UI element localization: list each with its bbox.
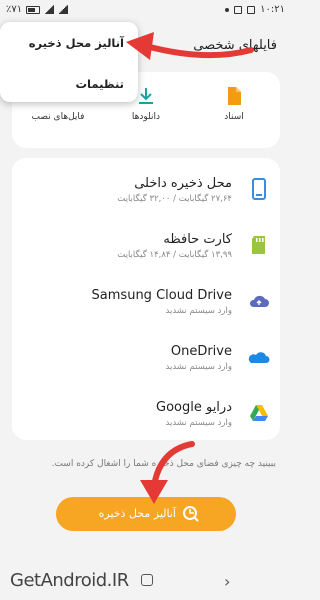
clock: ۱۰:۲۱ — [260, 4, 285, 15]
notification-icon — [225, 7, 230, 12]
onedrive-icon — [248, 352, 270, 363]
status-right: ۱۰:۲۱ — [225, 4, 285, 15]
storage-status: وارد سیستم نشدید — [165, 418, 233, 428]
google-drive-icon — [250, 405, 268, 421]
signal-icon — [44, 5, 55, 14]
back-icon[interactable]: › — [224, 572, 230, 591]
storage-title: Samsung Cloud Drive — [91, 288, 232, 303]
storage-title: OneDrive — [170, 344, 232, 359]
storage-title: محل ذخیره داخلی — [134, 176, 232, 191]
storage-title: کارت حافظه — [163, 232, 232, 247]
gallery-icon — [234, 5, 243, 14]
home-icon[interactable] — [141, 574, 153, 586]
storage-item-internal[interactable]: محل ذخیره داخلی ۲۷,۶۴ گیگابایت / ۳۲,۰۰ گ… — [12, 162, 280, 216]
storage-usage: ۲۷,۶۴ گیگابایت / ۳۲,۰۰ گیگابایت — [117, 194, 232, 204]
battery-icon — [26, 5, 41, 14]
document-icon — [228, 87, 241, 105]
samsung-cloud-icon — [249, 295, 269, 307]
category-label: فایل‌های نصب — [31, 112, 85, 122]
message-icon — [247, 5, 256, 14]
status-left: ٪۷۱ — [6, 4, 69, 15]
wifi-icon — [58, 5, 69, 14]
status-bar: ٪۷۱ ۱۰:۲۱ — [0, 0, 291, 22]
category-label: اسناد — [224, 112, 244, 122]
category-label: دانلودها — [131, 112, 161, 122]
storage-item-onedrive[interactable]: OneDrive وارد سیستم نشدید — [12, 330, 280, 384]
annotation-arrow-icon — [140, 441, 195, 504]
menu-item-settings[interactable]: تنظیمات — [76, 77, 125, 91]
phone-icon — [252, 178, 266, 200]
download-icon — [139, 88, 153, 104]
storage-title: درایو Google — [156, 400, 232, 415]
storage-item-google-drive[interactable]: درایو Google وارد سیستم نشدید — [12, 386, 280, 440]
storage-status: وارد سیستم نشدید — [165, 362, 233, 372]
category-documents[interactable]: اسناد — [194, 86, 274, 122]
watermark-text: GetAndroid.IR — [10, 570, 129, 591]
storage-list: محل ذخیره داخلی ۲۷,۶۴ گیگابایت / ۳۲,۰۰ گ… — [12, 158, 280, 440]
storage-item-sd-card[interactable]: کارت حافظه ۱۳,۹۹ گیگابایت / ۱۴,۸۴ گیگابا… — [12, 218, 280, 272]
storage-status: وارد سیستم نشدید — [165, 306, 233, 316]
storage-usage: ۱۳,۹۹ گیگابایت / ۱۴,۸۴ گیگابایت — [117, 250, 232, 260]
storage-item-samsung-cloud[interactable]: Samsung Cloud Drive وارد سیستم نشدید — [12, 274, 280, 328]
annotation-arrow-icon — [126, 32, 254, 60]
sd-card-icon — [252, 236, 265, 254]
battery-percent: ٪۷۱ — [6, 4, 23, 15]
